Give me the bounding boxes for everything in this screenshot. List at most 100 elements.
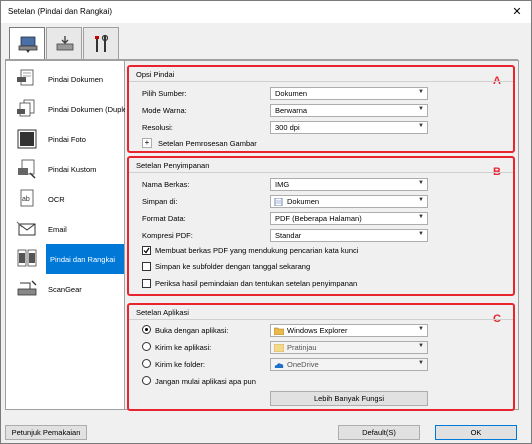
scan-to-pc-icon — [56, 36, 74, 51]
section-divider — [129, 319, 513, 320]
resolution-label: Resolusi: — [142, 123, 173, 132]
custom-scan-icon — [18, 159, 36, 179]
send-to-folder-label: Kirim ke folder: — [155, 360, 206, 369]
color-mode-label: Mode Warna: — [142, 106, 187, 115]
folder-icon — [274, 327, 284, 335]
sidebar-item-label: ScanGear — [48, 285, 82, 294]
close-icon[interactable]: ✕ — [509, 4, 525, 20]
review-results-label: Periksa hasil pemindaian dan tentukan se… — [155, 279, 358, 288]
sidebar-item-pindai-foto[interactable]: Pindai Foto — [8, 124, 124, 154]
resolution-dropdown[interactable]: 300 dpi ▼ — [270, 121, 428, 134]
tab-scan[interactable] — [9, 27, 45, 60]
sidebar-item-pindai-dokumen[interactable]: Pindai Dokumen — [8, 64, 124, 94]
subfolder-label: Simpan ke subfolder dengan tanggal sekar… — [155, 262, 311, 271]
chevron-down-icon: ▼ — [418, 106, 424, 112]
section-title: Opsi Pindai — [136, 70, 175, 79]
sidebar-item-pindai-dokumen-dupleks[interactable]: Pindai Dokumen (Dupleks) — [8, 94, 137, 124]
color-mode-dropdown[interactable]: Berwarna ▼ — [270, 104, 428, 117]
chevron-down-icon: ▼ — [418, 360, 424, 366]
checkmark-icon — [143, 247, 150, 254]
scangear-icon — [17, 280, 37, 296]
no-app-radio[interactable] — [142, 376, 151, 385]
pdf-compression-value: Standar — [275, 231, 302, 240]
save-in-dropdown[interactable]: Dokumen ▼ — [270, 195, 428, 208]
sidebar-item-label: Pindai Foto — [48, 135, 86, 144]
chevron-down-icon: ▼ — [418, 214, 424, 220]
sidebar-item-label: OCR — [48, 195, 65, 204]
section-divider — [129, 81, 513, 82]
duplex-document-icon — [17, 99, 35, 117]
send-to-folder-radio[interactable] — [142, 359, 151, 368]
email-icon — [16, 221, 36, 236]
filename-dropdown[interactable]: IMG ▼ — [270, 178, 428, 191]
ocr-icon: ab — [20, 189, 34, 207]
title-bar: Setelan (Pindai dan Rangkai) ✕ — [1, 1, 531, 23]
expand-image-processing-button[interactable]: + — [142, 138, 152, 148]
open-with-app-label: Buka dengan aplikasi: — [155, 326, 229, 335]
stitch-icon — [17, 249, 37, 267]
ok-button[interactable]: OK — [435, 425, 517, 440]
image-processing-label: Setelan Pemrosesan Gambar — [158, 139, 257, 148]
sidebar-item-label: Pindai Kustom — [48, 165, 97, 174]
sidebar-item-pindai-dan-rangkai[interactable]: Pindai dan Rangkai — [46, 244, 124, 274]
color-mode-value: Berwarna — [275, 106, 308, 115]
chevron-down-icon: ▼ — [418, 326, 424, 332]
photo-icon — [17, 129, 37, 149]
tab-general-settings[interactable] — [83, 27, 119, 59]
review-results-checkbox[interactable] — [142, 279, 151, 288]
send-to-app-radio[interactable] — [142, 342, 151, 351]
defaults-button[interactable]: Default(S) — [338, 425, 420, 440]
onedrive-icon — [274, 363, 284, 368]
app-settings-section: Setelan Aplikasi C Buka dengan aplikasi:… — [127, 303, 515, 411]
preview-icon — [274, 344, 284, 352]
instructions-button[interactable]: Petunjuk Pemakaian — [5, 425, 87, 440]
sidebar-item-ocr[interactable]: ab OCR — [8, 184, 124, 214]
document-pdf-icon — [17, 69, 34, 86]
data-format-dropdown[interactable]: PDF (Beberapa Halaman) ▼ — [270, 212, 428, 225]
sidebar-item-scangear[interactable]: ScanGear — [8, 274, 124, 304]
data-format-label: Format Data: — [142, 214, 186, 223]
section-title: Setelan Aplikasi — [136, 308, 189, 317]
svg-text:ab: ab — [22, 196, 30, 203]
open-with-app-value: Windows Explorer — [287, 326, 348, 335]
save-settings-section: Setelan Penyimpanan B Nama Berkas: IMG ▼… — [127, 156, 515, 296]
send-to-app-value: Pratinjau — [287, 343, 317, 352]
source-label: Pilih Sumber: — [142, 89, 187, 98]
chevron-down-icon: ▼ — [418, 123, 424, 129]
sidebar-item-icon-cell[interactable] — [8, 244, 46, 274]
sidebar-item-pindai-kustom[interactable]: Pindai Kustom — [8, 154, 124, 184]
sidebar-item-label: Pindai Dokumen — [48, 75, 104, 84]
open-with-app-dropdown[interactable]: Windows Explorer ▼ — [270, 324, 428, 337]
sidebar-item-email[interactable]: Email — [8, 214, 124, 244]
pdf-compression-label: Kompresi PDF: — [142, 231, 193, 240]
keyword-search-label: Membuat berkas PDF yang mendukung pencar… — [155, 246, 359, 255]
resolution-value: 300 dpi — [275, 123, 300, 132]
send-to-folder-dropdown[interactable]: OneDrive ▼ — [270, 358, 428, 371]
sidebar: Pindai Dokumen Pindai Dokumen (Dupleks) … — [5, 60, 137, 410]
no-app-label: Jangan mulai aplikasi apa pun — [155, 377, 256, 386]
window-title: Setelan (Pindai dan Rangkai) — [8, 7, 113, 16]
section-title: Setelan Penyimpanan — [136, 161, 210, 170]
open-with-app-radio[interactable] — [142, 325, 151, 334]
more-functions-button[interactable]: Lebih Banyak Fungsi — [270, 391, 428, 406]
filename-label: Nama Berkas: — [142, 180, 190, 189]
chevron-down-icon: ▼ — [418, 197, 424, 203]
pdf-compression-dropdown[interactable]: Standar ▼ — [270, 229, 428, 242]
chevron-down-icon: ▼ — [418, 89, 424, 95]
tools-icon — [95, 34, 109, 52]
scan-options-section: Opsi Pindai A Pilih Sumber: Dokumen ▼ Mo… — [127, 65, 515, 153]
keyword-search-checkbox[interactable] — [142, 246, 151, 255]
save-in-label: Simpan di: — [142, 197, 178, 206]
send-to-folder-value: OneDrive — [287, 360, 319, 369]
save-in-value: Dokumen — [287, 197, 320, 206]
subfolder-checkbox[interactable] — [142, 262, 151, 271]
chevron-down-icon: ▼ — [418, 343, 424, 349]
settings-dialog: Setelan (Pindai dan Rangkai) ✕ Pindai Do… — [0, 0, 532, 444]
sidebar-item-label: Pindai Dokumen (Dupleks) — [48, 105, 138, 114]
chevron-down-icon: ▼ — [418, 180, 424, 186]
send-to-app-dropdown[interactable]: Pratinjau ▼ — [270, 341, 428, 354]
tab-scan-to-pc[interactable] — [46, 27, 82, 59]
send-to-app-label: Kirim ke aplikasi: — [155, 343, 212, 352]
filename-value: IMG — [275, 180, 290, 189]
source-dropdown[interactable]: Dokumen ▼ — [270, 87, 428, 100]
